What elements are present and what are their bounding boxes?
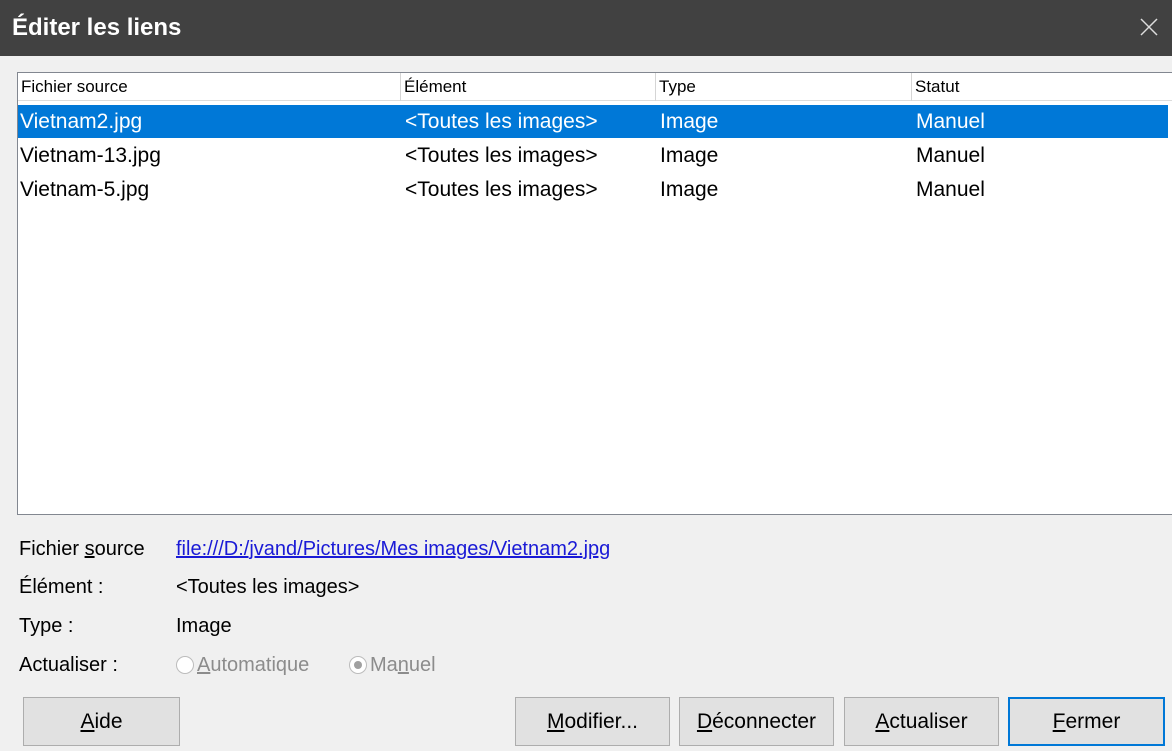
radio-automatic-accel: A	[197, 653, 211, 676]
update-label: Actualiser :	[19, 654, 118, 676]
disconnect-label: éconnecter	[712, 710, 817, 733]
column-header-status[interactable]: Statut	[912, 73, 1172, 101]
row-status: Manuel	[916, 178, 985, 201]
source-label-accel: s	[84, 538, 95, 560]
disconnect-button[interactable]: Déconnecter	[679, 697, 834, 746]
help-button[interactable]: Aide	[23, 697, 180, 746]
radio-automatic-dot[interactable]	[176, 656, 194, 674]
help-label: ide	[94, 710, 123, 733]
row-status: Manuel	[916, 144, 985, 167]
close-accel: F	[1052, 710, 1066, 733]
modify-label: odifier...	[564, 710, 639, 733]
title-bar: Éditer les liens	[0, 0, 1172, 56]
help-accel: A	[80, 710, 95, 733]
close-button[interactable]: Fermer	[1008, 697, 1165, 746]
radio-manual[interactable]: Ma n uel	[349, 652, 436, 678]
radio-manual-accel: n	[397, 653, 409, 676]
table-row[interactable]: Vietnam2.jpg <Toutes les images> Image M…	[18, 105, 1168, 138]
row-status: Manuel	[916, 110, 985, 133]
element-value: <Toutes les images>	[176, 576, 360, 598]
source-link[interactable]: file:///D:/jvand/Pictures/Mes images/Vie…	[176, 536, 610, 562]
modify-accel: M	[546, 710, 565, 733]
row-element: <Toutes les images>	[405, 178, 598, 201]
row-element: <Toutes les images>	[405, 144, 598, 167]
radio-automatic-label: utomatique	[210, 653, 310, 676]
type-label: Type :	[19, 615, 74, 637]
update-button[interactable]: Actualiser	[844, 697, 999, 746]
list-header: Fichier source Élément Type Statut	[18, 73, 1172, 101]
radio-automatic[interactable]: Automatique	[176, 652, 309, 678]
type-value: Image	[176, 615, 232, 637]
update-label: ctualiser	[889, 710, 968, 733]
column-header-type[interactable]: Type	[656, 73, 912, 101]
update-accel: A	[875, 710, 890, 733]
links-list[interactable]: Fichier source Élément Type Statut Vietn…	[17, 72, 1172, 515]
row-source: Vietnam2.jpg	[20, 110, 143, 133]
disconnect-accel: D	[696, 710, 713, 733]
source-label-post: ource	[94, 538, 145, 560]
radio-manual-label-post: uel	[408, 653, 436, 676]
window-title: Éditer les liens	[12, 14, 182, 41]
row-type: Image	[660, 178, 719, 201]
table-row[interactable]: Vietnam-5.jpg <Toutes les images> Image …	[18, 173, 1168, 206]
close-icon[interactable]	[1136, 14, 1162, 40]
row-element: <Toutes les images>	[405, 110, 598, 133]
source-label-pre: Fichier	[19, 538, 85, 560]
row-source: Vietnam-13.jpg	[20, 144, 161, 167]
radio-manual-dot[interactable]	[349, 656, 367, 674]
radio-manual-label-pre: Ma	[370, 653, 398, 676]
row-source: Vietnam-5.jpg	[20, 178, 150, 201]
source-label: Fichier source	[19, 536, 145, 562]
modify-button[interactable]: Modifier...	[515, 697, 670, 746]
row-type: Image	[660, 110, 719, 133]
close-label: ermer	[1065, 710, 1121, 733]
table-row[interactable]: Vietnam-13.jpg <Toutes les images> Image…	[18, 139, 1168, 172]
row-type: Image	[660, 144, 719, 167]
column-header-element[interactable]: Élément	[401, 73, 656, 101]
element-label: Élément :	[19, 576, 104, 598]
column-header-source[interactable]: Fichier source	[18, 73, 401, 101]
